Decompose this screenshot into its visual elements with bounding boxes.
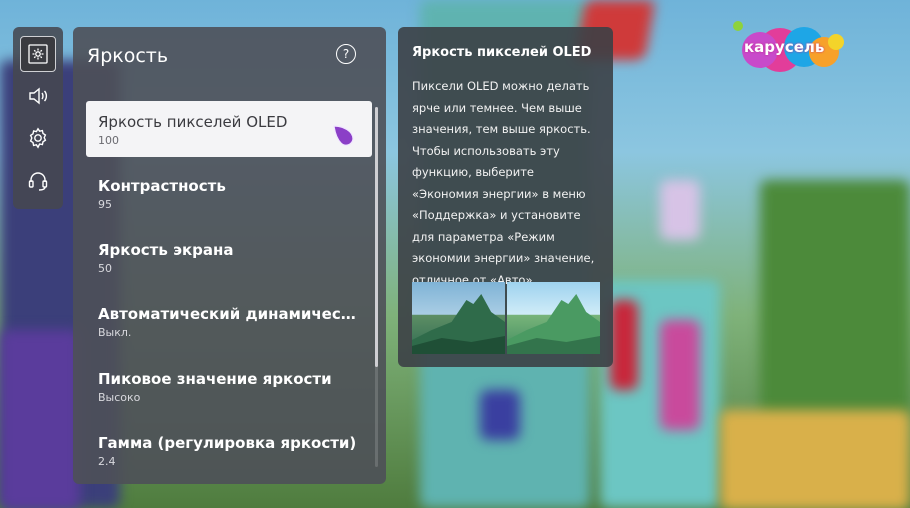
help-description: Пиксели OLED можно делать ярче или темне… [412, 79, 595, 287]
setting-label: Пиковое значение яркости [98, 370, 332, 388]
panel-title: Яркость [87, 45, 169, 67]
setting-value: 100 [98, 134, 119, 147]
setting-label: Автоматический динамический ... [98, 305, 360, 323]
help-title: Яркость пикселей OLED [412, 45, 592, 60]
picture-settings-icon[interactable] [20, 36, 56, 72]
setting-value: Высоко [98, 391, 141, 404]
brightness-settings-panel: Яркость ? Яркость пикселей OLED 100 Конт… [73, 27, 386, 484]
setting-value: Выкл. [98, 326, 132, 339]
setting-contrast[interactable]: Контрастность 95 [86, 165, 372, 221]
logo-text: карусель [744, 38, 825, 56]
scrollbar-thumb[interactable] [375, 107, 378, 367]
setting-label: Контрастность [98, 177, 226, 195]
setting-label: Яркость экрана [98, 241, 234, 259]
settings-category-rail [13, 27, 63, 209]
channel-logo: карусель [732, 20, 850, 80]
brightness-comparison-image [412, 282, 600, 354]
setting-auto-dynamic[interactable]: Автоматический динамический ... Выкл. [86, 293, 372, 349]
setting-screen-brightness[interactable]: Яркость экрана 50 [86, 229, 372, 285]
help-icon[interactable]: ? [336, 44, 356, 64]
support-headset-icon[interactable] [20, 162, 56, 198]
sound-icon[interactable] [20, 78, 56, 114]
setting-label: Яркость пикселей OLED [98, 113, 288, 131]
setting-gamma[interactable]: Гамма (регулировка яркости) 2.4 [86, 422, 372, 478]
setting-value: 50 [98, 262, 112, 275]
setting-help-panel: Яркость пикселей OLED Пиксели OLED можно… [398, 27, 613, 367]
bright-preview-image [507, 282, 600, 354]
setting-peak-brightness[interactable]: Пиковое значение яркости Высоко [86, 358, 372, 414]
setting-oled-pixel-brightness[interactable]: Яркость пикселей OLED 100 [86, 101, 372, 157]
setting-label: Гамма (регулировка яркости) [98, 434, 357, 452]
setting-value: 95 [98, 198, 112, 211]
gear-icon[interactable] [20, 120, 56, 156]
setting-value: 2.4 [98, 455, 116, 468]
dim-preview-image [412, 282, 505, 354]
magic-remote-pointer-icon [333, 125, 354, 146]
